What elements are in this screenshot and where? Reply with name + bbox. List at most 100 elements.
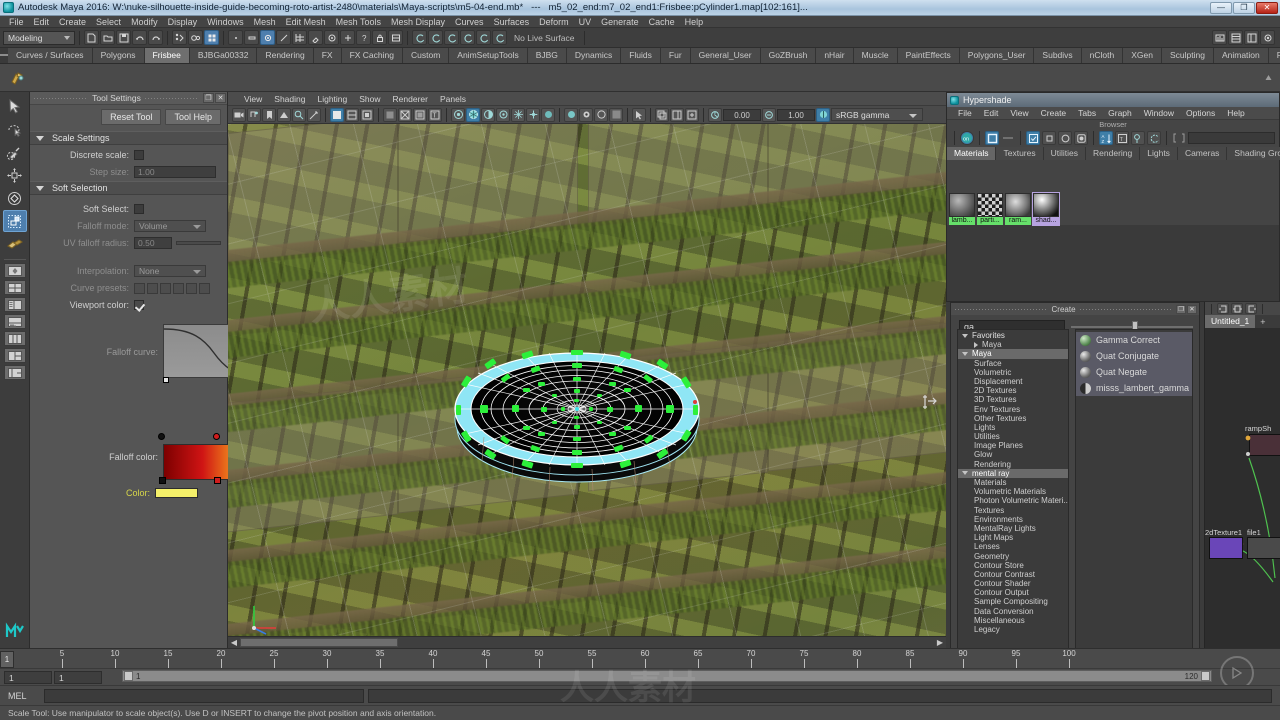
exposure-reset-icon[interactable] — [708, 107, 722, 122]
texture-display-icon[interactable] — [413, 107, 427, 122]
tree-node-contour-output[interactable]: Contour Output — [958, 588, 1068, 597]
menu-file[interactable]: File — [4, 16, 29, 28]
range-start-field[interactable]: 1 — [4, 670, 52, 684]
shelf-script-icon[interactable] — [6, 66, 30, 90]
component-paint-button[interactable] — [308, 30, 323, 45]
menu-select[interactable]: Select — [91, 16, 126, 28]
shelf-tab-animation[interactable]: Animation — [1213, 48, 1269, 63]
viewport-color-checkbox[interactable] — [134, 300, 144, 310]
menu-uv[interactable]: UV — [574, 16, 597, 28]
tree-node-legacy[interactable]: Legacy — [958, 625, 1068, 634]
menu-set-selector[interactable]: Modeling — [3, 30, 75, 45]
viewport-menu-view[interactable]: View — [238, 94, 268, 104]
menu-mesh[interactable]: Mesh — [249, 16, 281, 28]
menu-mesh-tools[interactable]: Mesh Tools — [331, 16, 386, 28]
hypershade-refresh-icon[interactable] — [1147, 131, 1161, 145]
component-uv-button[interactable] — [276, 30, 291, 45]
hypershade-tab-lights[interactable]: Lights — [1140, 147, 1178, 160]
tree-node-surface[interactable]: Surface — [958, 359, 1068, 368]
use-default-material-icon[interactable] — [383, 107, 397, 122]
history-off-button[interactable] — [428, 30, 443, 45]
gamma-value-field[interactable]: 1.00 — [777, 108, 815, 121]
maximize-button[interactable]: ❐ — [1233, 1, 1255, 14]
hypershade-small-swatch-icon[interactable] — [1042, 131, 1056, 145]
select-by-hierarchy-button[interactable] — [172, 30, 187, 45]
node-editor-output-connections-icon[interactable] — [1245, 303, 1257, 314]
minimize-button[interactable]: — — [1210, 1, 1232, 14]
scroll-left-arrow-icon[interactable]: ◀ — [228, 638, 240, 648]
shelf-tab-painteffects[interactable]: PaintEffects — [897, 48, 960, 63]
tool-help-button[interactable]: Tool Help — [165, 109, 221, 125]
color-management-icon[interactable] — [816, 107, 830, 122]
viewport-menu-panels[interactable]: Panels — [434, 94, 472, 104]
tree-node-miscellaneous[interactable]: Miscellaneous — [958, 616, 1068, 625]
shelf-tab-gozbrush[interactable]: GoZBrush — [760, 48, 817, 63]
menu-mesh-display[interactable]: Mesh Display — [386, 16, 450, 28]
scrollbar-thumb[interactable] — [240, 638, 398, 647]
hypershade-menu-options[interactable]: Options — [1180, 108, 1221, 118]
tree-node-light-maps[interactable]: Light Maps — [958, 533, 1068, 542]
hypershade-medium-swatch-icon[interactable] — [1058, 131, 1072, 145]
hypershade-menu-window[interactable]: Window — [1138, 108, 1180, 118]
shelf-grip[interactable] — [0, 47, 8, 63]
bookmark-icon[interactable] — [262, 107, 276, 122]
hypershade-browser-canvas[interactable] — [947, 225, 1279, 301]
lock-button[interactable] — [372, 30, 387, 45]
show-tool-settings-button[interactable] — [1260, 30, 1275, 45]
grease-pencil-icon[interactable] — [307, 107, 321, 122]
create-category-tree[interactable]: Favorites Maya Maya Surface Volumetric D… — [957, 329, 1069, 671]
interpolation-dropdown[interactable]: None — [134, 265, 206, 277]
node-editor-tab-untitled-1[interactable]: Untitled_1 — [1205, 315, 1256, 328]
hypershade-tab-shading-group[interactable]: Shading Group — [1227, 147, 1280, 160]
layout-four-view-button[interactable] — [3, 280, 26, 295]
soft-select-checkbox[interactable] — [134, 204, 144, 214]
tree-node-image-planes[interactable]: Image Planes — [958, 441, 1068, 450]
tree-node-other-textures[interactable]: Other Textures — [958, 414, 1068, 423]
hypershade-tab-utilities[interactable]: Utilities — [1043, 147, 1087, 160]
new-scene-button[interactable] — [84, 30, 99, 45]
shelf-tab-curves-surfaces[interactable]: Curves / Surfaces — [8, 48, 93, 63]
node-editor-add-tab-button[interactable]: + — [1255, 317, 1270, 327]
scale-settings-section-header[interactable]: Scale Settings — [30, 131, 227, 145]
show-channel-box-button[interactable] — [1228, 30, 1243, 45]
create-panel-undock-button[interactable]: ❐ — [1176, 304, 1187, 314]
tree-node-volumetric-materials[interactable]: Volumetric Materials — [958, 487, 1068, 496]
range-end-field[interactable]: 1 — [54, 670, 102, 684]
create-panel-close-button[interactable]: ✕ — [1187, 304, 1198, 314]
lasso-tool-icon[interactable] — [3, 118, 27, 140]
shelf-tab-muscle[interactable]: Muscle — [853, 48, 898, 63]
tear-off-icon[interactable] — [670, 107, 684, 122]
range-start-handle[interactable] — [124, 671, 133, 681]
falloff-color-marker-right[interactable] — [213, 433, 220, 440]
shelf-tab-sculpting[interactable]: Sculpting — [1162, 48, 1214, 63]
tree-node-env-textures[interactable]: Env Textures — [958, 405, 1068, 414]
snap-grid-button[interactable] — [324, 30, 339, 45]
hypershade-search-field[interactable] — [1188, 132, 1275, 144]
layout-persp-graph-button[interactable] — [3, 314, 26, 329]
swatch-size-slider[interactable] — [1071, 320, 1193, 333]
layout-extra-button[interactable] — [3, 365, 26, 380]
tool-settings-close-button[interactable]: ✕ — [215, 93, 227, 103]
tree-node-mentalray-lights[interactable]: MentalRay Lights — [958, 524, 1068, 533]
hypershade-swatch-ramp[interactable]: ram... — [1005, 193, 1031, 225]
shelf-tab-fluids[interactable]: Fluids — [621, 48, 661, 63]
multisample-aa-icon[interactable] — [511, 107, 525, 122]
hypershade-menu-help[interactable]: Help — [1221, 108, 1250, 118]
render-settings-button[interactable] — [388, 30, 403, 45]
tree-node-contour-shader[interactable]: Contour Shader — [958, 579, 1068, 588]
tree-node-utilities[interactable]: Utilities — [958, 432, 1068, 441]
create-results-list[interactable]: Gamma Correct Quat Conjugate Quat Negate… — [1075, 329, 1193, 671]
xray-mode-icon[interactable] — [579, 107, 593, 122]
image-plane-icon[interactable] — [277, 107, 291, 122]
component-grid-button[interactable] — [292, 30, 307, 45]
shelf-tab-animsetuptools[interactable]: AnimSetupTools — [449, 48, 528, 63]
command-input-field[interactable] — [44, 688, 364, 703]
component-point-button[interactable] — [228, 30, 243, 45]
create-result-gamma-correct[interactable]: Gamma Correct — [1076, 332, 1192, 348]
curve-preset-6[interactable] — [199, 282, 210, 294]
shelf-tab-fx[interactable]: FX — [313, 48, 342, 63]
tree-node-maya[interactable]: Maya — [958, 349, 1068, 359]
layout-persp-graph-hypershade-button[interactable] — [3, 348, 26, 363]
ipr-render-button[interactable] — [476, 30, 491, 45]
screen-space-ao-icon[interactable] — [541, 107, 555, 122]
